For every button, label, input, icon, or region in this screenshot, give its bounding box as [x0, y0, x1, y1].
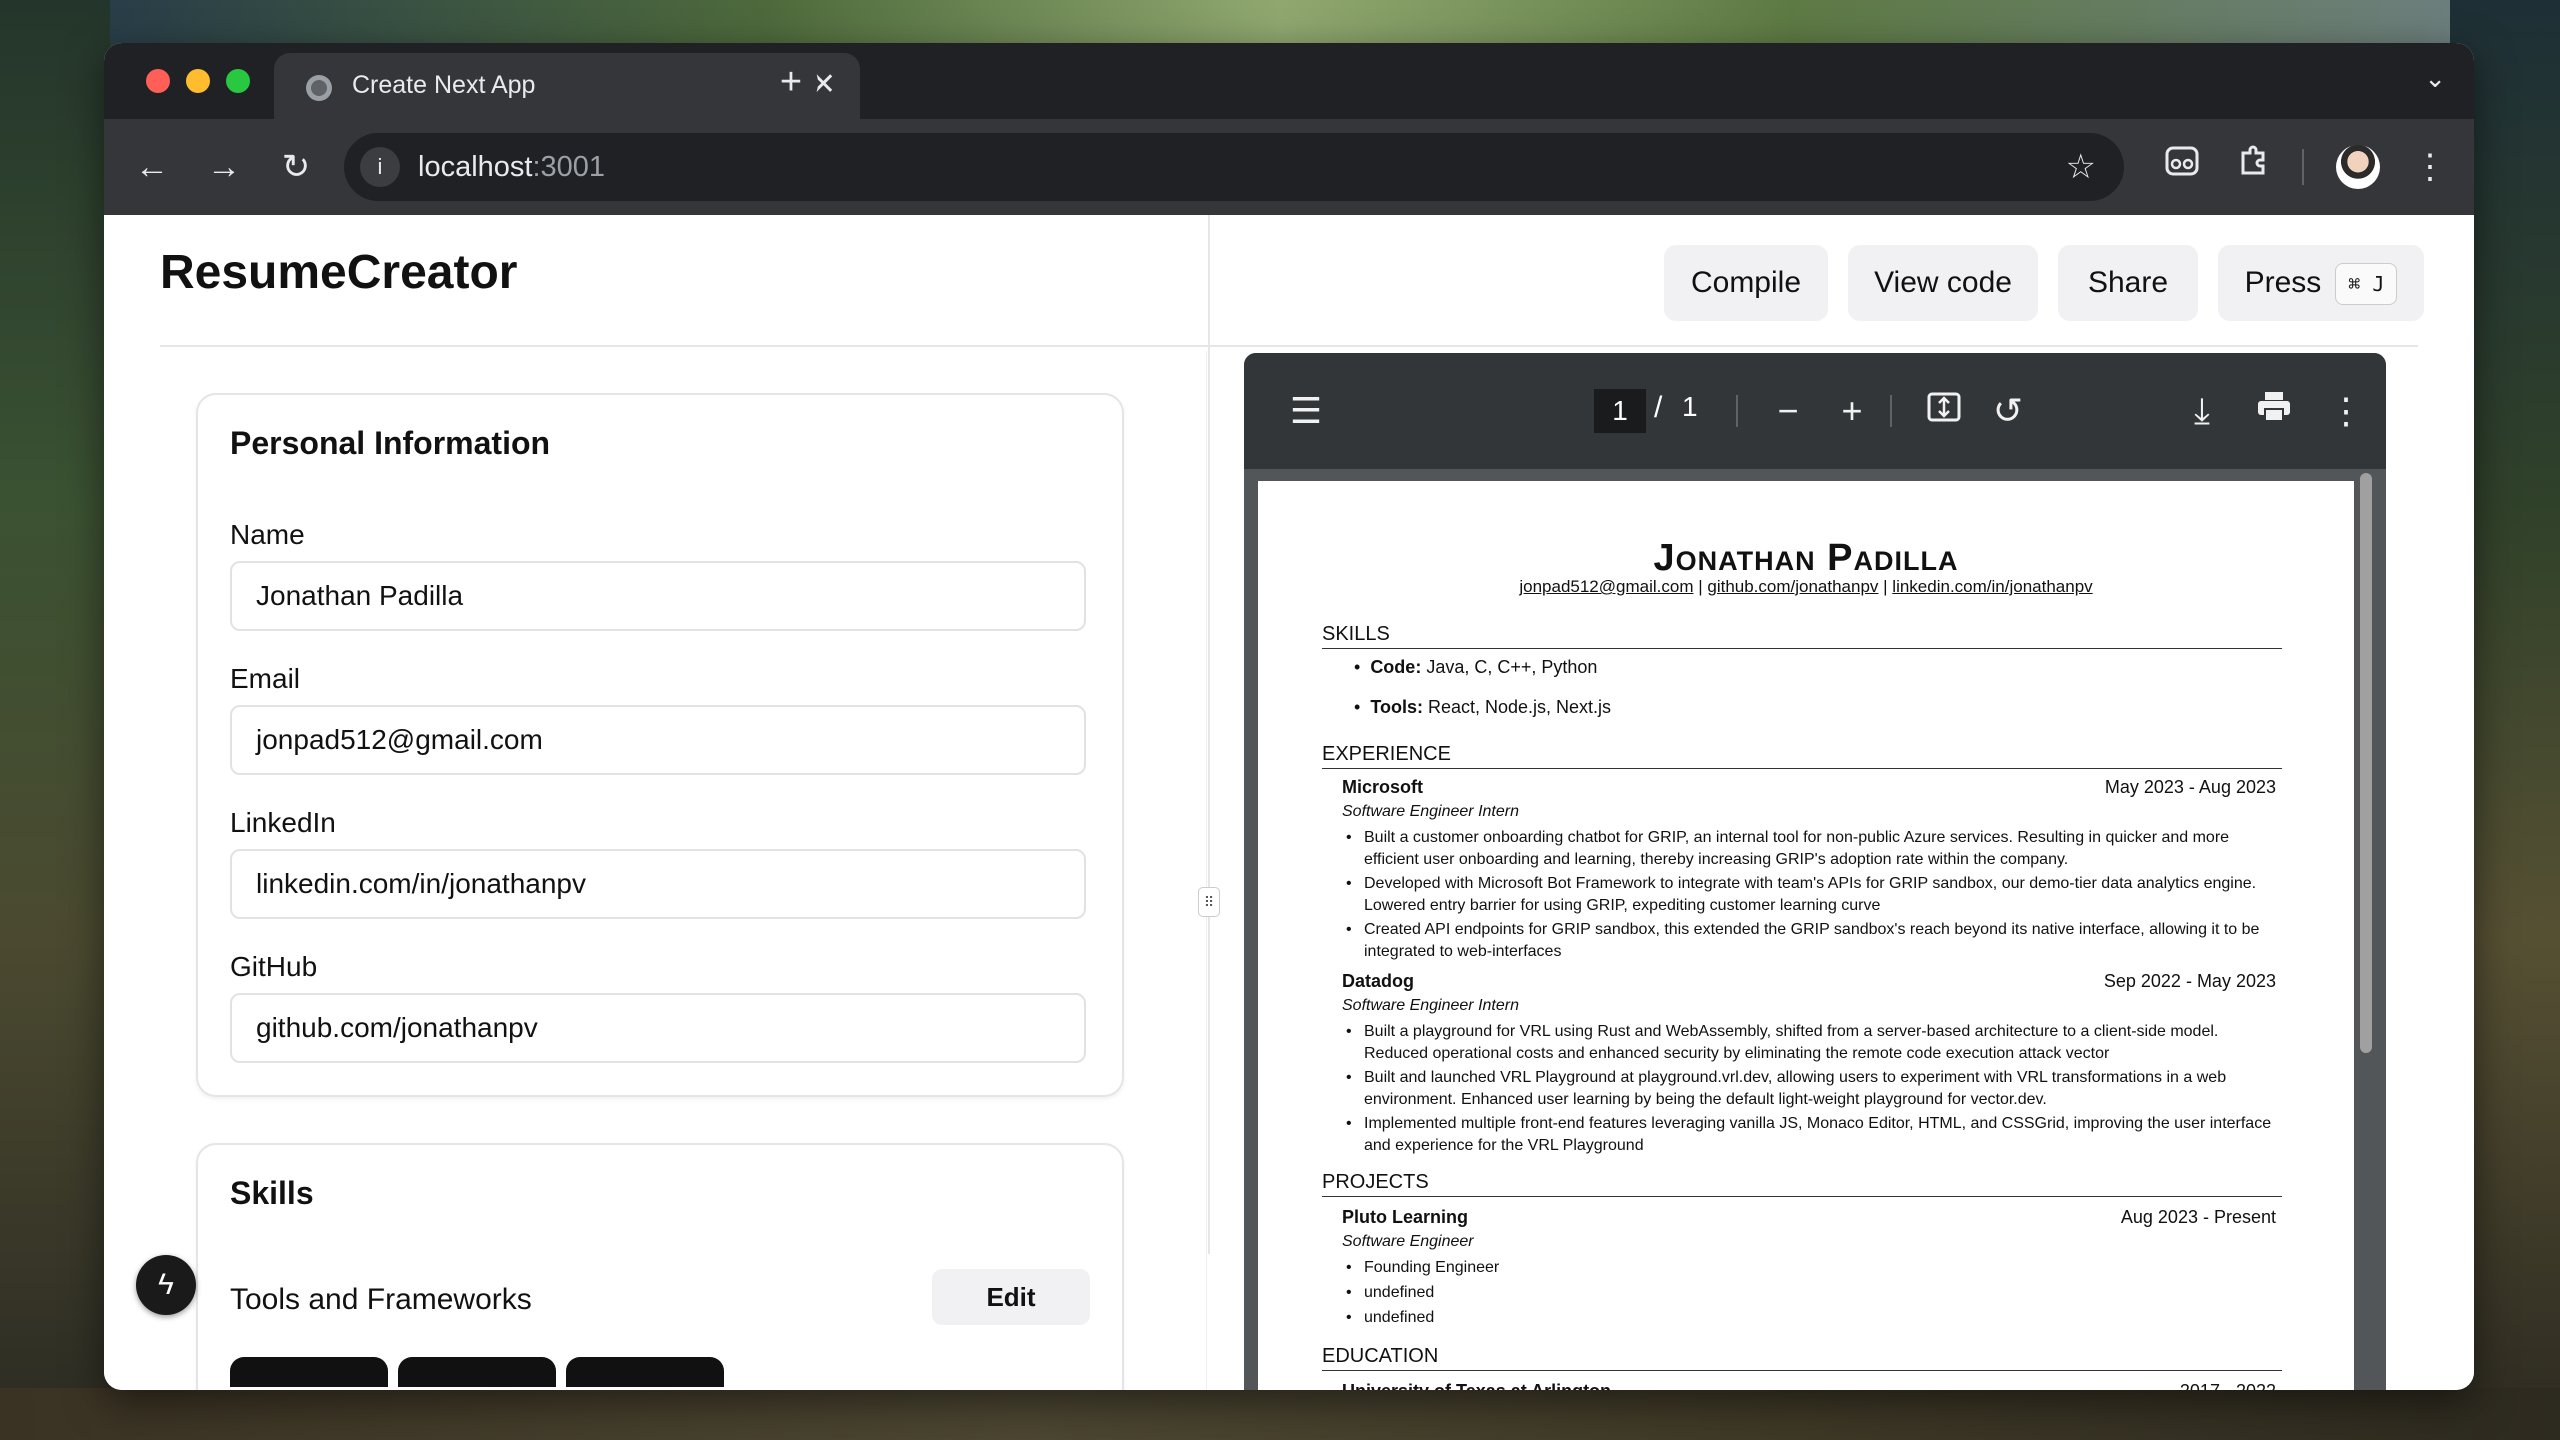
- resume-name: Jonathan Padilla: [1653, 537, 1959, 579]
- brand-logo[interactable]: ResumeCreator: [160, 245, 517, 300]
- editor-pane: Personal Information Name Jonathan Padil…: [160, 351, 1210, 1390]
- header-divider: [160, 345, 2418, 347]
- pdf-scroll-thumb[interactable]: [2360, 473, 2372, 1053]
- globe-icon: [306, 75, 332, 101]
- github-label: GitHub: [230, 951, 318, 982]
- forward-icon[interactable]: →: [198, 141, 250, 193]
- experience-entry-header: Microsoft May 2023 - Aug 2023: [1342, 777, 2276, 797]
- reload-icon[interactable]: ↻: [270, 141, 322, 193]
- email-field[interactable]: jonpad512@gmail.com: [230, 705, 1086, 775]
- pane-divider[interactable]: [1208, 215, 1210, 1254]
- project-bullet: undefined: [1346, 1307, 2284, 1329]
- project-role: Software Engineer: [1342, 1233, 1474, 1250]
- experience-bullet: Developed with Microsoft Bot Framework t…: [1346, 873, 2284, 917]
- rotate-icon[interactable]: ↺: [1986, 389, 2030, 433]
- linkedin-field[interactable]: linkedin.com/in/jonathanpv: [230, 849, 1086, 919]
- incognito-icon[interactable]: [2158, 143, 2206, 191]
- experience-role: Software Engineer Intern: [1342, 803, 1519, 820]
- extensions-icon[interactable]: [2230, 143, 2278, 191]
- page-separator: /: [1654, 391, 1663, 424]
- zoom-in-icon[interactable]: +: [1830, 389, 1874, 433]
- experience-bullet: Built and launched VRL Playground at pla…: [1346, 1067, 2284, 1111]
- print-icon[interactable]: [2252, 389, 2296, 435]
- browser-window: Create Next App ✕ + ⌄ ← → ↻ i localhost:…: [104, 43, 2474, 1390]
- resume-linkedin-link[interactable]: linkedin.com/in/jonathanpv: [1892, 577, 2092, 596]
- resume-github-link[interactable]: github.com/jonathanpv: [1707, 577, 1878, 596]
- experience-bullet: Implemented multiple front-end features …: [1346, 1113, 2284, 1157]
- share-button[interactable]: Share: [2058, 245, 2198, 321]
- name-label: Name: [230, 519, 305, 550]
- section-heading-experience: EXPERIENCE: [1322, 743, 2282, 769]
- skill-chip[interactable]: [230, 1357, 388, 1387]
- card-title: Skills: [230, 1175, 314, 1211]
- edit-button[interactable]: Edit: [932, 1269, 1090, 1325]
- skill-chip[interactable]: [566, 1357, 724, 1387]
- skill-line: • Tools: React, Node.js, Next.js: [1354, 697, 1612, 717]
- toolbar-separator: [2302, 149, 2304, 185]
- linkedin-label: LinkedIn: [230, 807, 336, 838]
- email-label: Email: [230, 663, 301, 694]
- back-icon[interactable]: ←: [126, 141, 178, 193]
- resume-page: Jonathan Padilla jonpad512@gmail.com | g…: [1258, 481, 2354, 1390]
- desktop-wallpaper-left: [0, 0, 110, 1440]
- name-field[interactable]: Jonathan Padilla: [230, 561, 1086, 631]
- tools-frameworks-heading: Tools and Frameworks: [230, 1283, 532, 1316]
- address-bar[interactable]: i localhost:3001 ☆: [344, 133, 2124, 201]
- info-icon[interactable]: i: [360, 147, 400, 187]
- kebab-icon[interactable]: ⋮: [2324, 389, 2368, 433]
- experience-role: Software Engineer Intern: [1342, 997, 1519, 1014]
- maximize-window-button[interactable]: [226, 69, 250, 93]
- avatar[interactable]: [2336, 145, 2380, 189]
- desktop-wallpaper-top: [0, 0, 2560, 44]
- section-heading-education: EDUCATION: [1322, 1345, 2282, 1371]
- url-text[interactable]: localhost:3001: [418, 151, 605, 184]
- close-window-button[interactable]: [146, 69, 170, 93]
- fit-page-icon[interactable]: [1922, 389, 1966, 435]
- experience-entry-header: Datadog Sep 2022 - May 2023: [1342, 971, 2276, 991]
- pdf-viewer: ☰ 1 / 1 − + ↺ ⤓ ⋮ Jonathan Padilla jonpa…: [1244, 353, 2386, 1390]
- experience-bullet: Built a playground for VRL using Rust an…: [1346, 1021, 2284, 1065]
- skill-line: • Code: Java, C, C++, Python: [1354, 657, 1598, 677]
- page-total: 1: [1682, 391, 1698, 422]
- view-code-button[interactable]: View code: [1848, 245, 2038, 321]
- project-bullet: undefined: [1346, 1282, 2284, 1304]
- skills-card: Skills Tools and Frameworks Edit: [196, 1143, 1124, 1390]
- project-bullet: Founding Engineer: [1346, 1257, 2284, 1279]
- resume-contact: jonpad512@gmail.com | github.com/jonatha…: [1519, 577, 2093, 596]
- project-entry-header: Pluto Learning Aug 2023 - Present: [1342, 1207, 2276, 1227]
- new-tab-button[interactable]: +: [764, 56, 818, 110]
- compile-button[interactable]: Compile: [1664, 245, 1828, 321]
- toolbar-separator: [1890, 395, 1892, 427]
- experience-bullet: Created API endpoints for GRIP sandbox, …: [1346, 919, 2284, 963]
- card-title: Personal Information: [230, 425, 551, 461]
- resume-email-link[interactable]: jonpad512@gmail.com: [1519, 577, 1693, 596]
- minimize-window-button[interactable]: [186, 69, 210, 93]
- skill-chip[interactable]: [398, 1357, 556, 1387]
- kebab-icon[interactable]: ⋮: [2406, 143, 2454, 191]
- desktop-wallpaper-bottom: [0, 1388, 2560, 1440]
- command-palette-button[interactable]: Press ⌘ J: [2218, 245, 2424, 321]
- shortcut-hint: ⌘ J: [2335, 263, 2398, 306]
- pdf-toolbar: ☰ 1 / 1 − + ↺ ⤓ ⋮: [1244, 353, 2386, 469]
- tab-title: Create Next App: [352, 71, 536, 99]
- lightning-icon[interactable]: ϟ: [136, 1255, 196, 1315]
- experience-bullet: Built a customer onboarding chatbot for …: [1346, 827, 2284, 871]
- education-entry-header: University of Texas at Arlington 2017 - …: [1342, 1381, 2276, 1390]
- chevron-down-icon[interactable]: ⌄: [2424, 63, 2446, 94]
- personal-information-card: Personal Information Name Jonathan Padil…: [196, 393, 1124, 1097]
- zoom-out-icon[interactable]: −: [1766, 389, 1810, 433]
- tab-strip: Create Next App ✕ + ⌄: [104, 43, 2474, 119]
- resize-handle-icon[interactable]: ⠿: [1198, 887, 1220, 917]
- section-heading-projects: PROJECTS: [1322, 1171, 2282, 1197]
- menu-icon[interactable]: ☰: [1284, 389, 1328, 433]
- page-number-input[interactable]: 1: [1594, 389, 1646, 433]
- app-page: ResumeCreator Compile View code Share Pr…: [104, 215, 2474, 1390]
- browser-toolbar: ← → ↻ i localhost:3001 ☆ ⋮: [104, 119, 2474, 215]
- toolbar-separator: [1736, 395, 1738, 427]
- github-field[interactable]: github.com/jonathanpv: [230, 993, 1086, 1063]
- star-icon[interactable]: ☆: [2066, 147, 2096, 187]
- section-heading-skills: SKILLS: [1322, 623, 2282, 649]
- download-icon[interactable]: ⤓: [2180, 389, 2224, 433]
